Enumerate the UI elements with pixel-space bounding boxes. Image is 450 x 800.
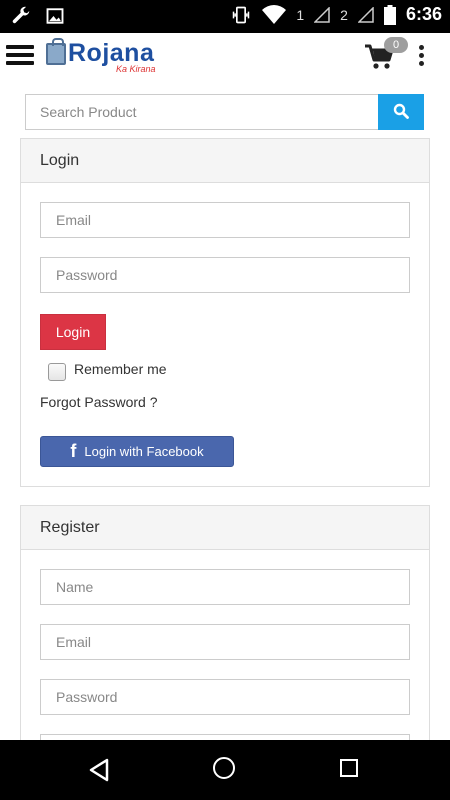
remember-label: Remember me [74,361,167,377]
status-bar: 1 2 6:36 [0,0,450,33]
search-icon [393,103,409,119]
facebook-icon: f [70,441,77,461]
register-name-field[interactable] [40,569,410,605]
login-title: Login [21,139,429,183]
register-panel: Register [20,505,430,770]
navigation-bar [0,740,450,800]
signal-icon-2 [357,6,374,23]
login-email-field[interactable] [40,202,410,238]
facebook-login-label: Login with Facebook [84,444,204,459]
home-icon[interactable] [213,757,235,779]
status-left [10,5,64,27]
search-bar [25,94,424,130]
signal-icon [314,6,330,23]
wifi-icon [262,4,287,24]
logo[interactable]: Rojana Ka Kirana [46,38,176,75]
cart-count-badge: 0 [384,37,408,53]
forgot-password-link[interactable]: Forgot Password ? [40,394,158,410]
search-button[interactable] [378,94,424,130]
back-icon[interactable] [88,758,110,782]
image-icon [46,8,64,24]
battery-icon [383,4,396,25]
recents-icon[interactable] [340,759,358,777]
register-email-field[interactable] [40,624,410,660]
wrench-icon [12,6,30,24]
login-button[interactable]: Login [40,314,106,350]
login-password-field[interactable] [40,257,410,293]
menu-icon[interactable] [6,45,34,67]
remember-me[interactable]: Remember me [48,361,167,381]
app-header: Rojana Ka Kirana 0 [0,33,450,81]
clock: 6:36 [405,4,442,24]
more-icon[interactable] [419,45,425,69]
facebook-login-button[interactable]: f Login with Facebook [40,436,234,467]
logo-subtitle: Ka Kirana [116,64,156,74]
register-password-field[interactable] [40,679,410,715]
register-title: Register [21,506,429,550]
vibrate-icon [233,6,250,23]
sim2-label: 2 [340,6,348,23]
bag-icon [46,38,66,65]
sim1-label: 1 [296,6,305,23]
remember-checkbox[interactable] [48,363,66,381]
status-right: 1 2 6:36 [230,4,442,25]
login-panel: Login Login Remember me Forgot Password … [20,138,430,487]
search-input[interactable] [25,94,379,130]
